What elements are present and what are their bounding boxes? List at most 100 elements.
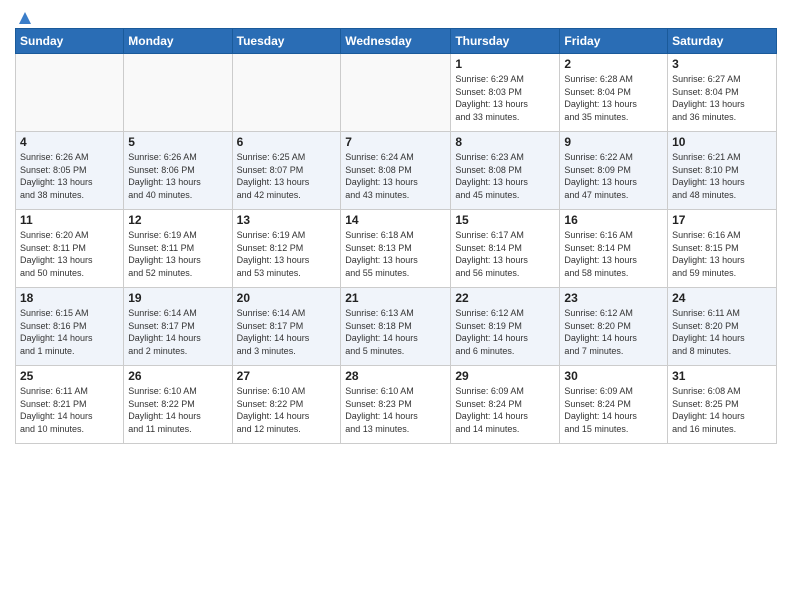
day-info: Sunrise: 6:11 AM Sunset: 8:21 PM Dayligh… xyxy=(20,385,119,435)
day-number: 8 xyxy=(455,135,555,149)
day-number: 23 xyxy=(564,291,663,305)
day-info: Sunrise: 6:19 AM Sunset: 8:11 PM Dayligh… xyxy=(128,229,227,279)
calendar-cell: 24 Sunrise: 6:11 AM Sunset: 8:20 PM Dayli… xyxy=(668,288,777,366)
day-info: Sunrise: 6:18 AM Sunset: 8:13 PM Dayligh… xyxy=(345,229,446,279)
day-info: Sunrise: 6:26 AM Sunset: 8:05 PM Dayligh… xyxy=(20,151,119,201)
day-info: Sunrise: 6:25 AM Sunset: 8:07 PM Dayligh… xyxy=(237,151,337,201)
logo-icon xyxy=(17,10,33,26)
calendar-cell xyxy=(16,54,124,132)
calendar-cell: 8 Sunrise: 6:23 AM Sunset: 8:08 PM Daylig… xyxy=(451,132,560,210)
weekday-header-saturday: Saturday xyxy=(668,29,777,54)
calendar-cell xyxy=(124,54,232,132)
day-info: Sunrise: 6:20 AM Sunset: 8:11 PM Dayligh… xyxy=(20,229,119,279)
day-number: 29 xyxy=(455,369,555,383)
day-info: Sunrise: 6:28 AM Sunset: 8:04 PM Dayligh… xyxy=(564,73,663,123)
day-info: Sunrise: 6:15 AM Sunset: 8:16 PM Dayligh… xyxy=(20,307,119,357)
weekday-header-row: SundayMondayTuesdayWednesdayThursdayFrid… xyxy=(16,29,777,54)
day-info: Sunrise: 6:16 AM Sunset: 8:14 PM Dayligh… xyxy=(564,229,663,279)
page-container: SundayMondayTuesdayWednesdayThursdayFrid… xyxy=(0,0,792,454)
calendar-cell: 1 Sunrise: 6:29 AM Sunset: 8:03 PM Daylig… xyxy=(451,54,560,132)
day-number: 6 xyxy=(237,135,337,149)
calendar-cell: 10 Sunrise: 6:21 AM Sunset: 8:10 PM Dayli… xyxy=(668,132,777,210)
calendar-cell xyxy=(341,54,451,132)
day-number: 31 xyxy=(672,369,772,383)
day-info: Sunrise: 6:14 AM Sunset: 8:17 PM Dayligh… xyxy=(237,307,337,357)
day-number: 7 xyxy=(345,135,446,149)
calendar-cell: 30 Sunrise: 6:09 AM Sunset: 8:24 PM Dayli… xyxy=(560,366,668,444)
calendar-week-row: 11 Sunrise: 6:20 AM Sunset: 8:11 PM Dayli… xyxy=(16,210,777,288)
day-number: 15 xyxy=(455,213,555,227)
day-number: 28 xyxy=(345,369,446,383)
calendar-cell: 9 Sunrise: 6:22 AM Sunset: 8:09 PM Daylig… xyxy=(560,132,668,210)
day-number: 22 xyxy=(455,291,555,305)
day-number: 14 xyxy=(345,213,446,227)
day-info: Sunrise: 6:13 AM Sunset: 8:18 PM Dayligh… xyxy=(345,307,446,357)
day-number: 4 xyxy=(20,135,119,149)
day-number: 30 xyxy=(564,369,663,383)
day-info: Sunrise: 6:26 AM Sunset: 8:06 PM Dayligh… xyxy=(128,151,227,201)
calendar-cell: 2 Sunrise: 6:28 AM Sunset: 8:04 PM Daylig… xyxy=(560,54,668,132)
calendar-cell xyxy=(232,54,341,132)
weekday-header-friday: Friday xyxy=(560,29,668,54)
day-number: 13 xyxy=(237,213,337,227)
day-number: 20 xyxy=(237,291,337,305)
day-number: 12 xyxy=(128,213,227,227)
day-info: Sunrise: 6:10 AM Sunset: 8:23 PM Dayligh… xyxy=(345,385,446,435)
calendar-cell: 16 Sunrise: 6:16 AM Sunset: 8:14 PM Dayli… xyxy=(560,210,668,288)
day-info: Sunrise: 6:16 AM Sunset: 8:15 PM Dayligh… xyxy=(672,229,772,279)
calendar-cell: 4 Sunrise: 6:26 AM Sunset: 8:05 PM Daylig… xyxy=(16,132,124,210)
day-number: 17 xyxy=(672,213,772,227)
calendar-cell: 17 Sunrise: 6:16 AM Sunset: 8:15 PM Dayli… xyxy=(668,210,777,288)
logo xyxy=(15,10,33,22)
calendar-cell: 15Sunrise: 6:17 AM Sunset: 8:14 PM Dayli… xyxy=(451,210,560,288)
day-number: 10 xyxy=(672,135,772,149)
day-number: 11 xyxy=(20,213,119,227)
calendar-cell: 20 Sunrise: 6:14 AM Sunset: 8:17 PM Dayli… xyxy=(232,288,341,366)
day-number: 16 xyxy=(564,213,663,227)
day-number: 21 xyxy=(345,291,446,305)
calendar-week-row: 18 Sunrise: 6:15 AM Sunset: 8:16 PM Dayli… xyxy=(16,288,777,366)
day-number: 3 xyxy=(672,57,772,71)
day-info: Sunrise: 6:19 AM Sunset: 8:12 PM Dayligh… xyxy=(237,229,337,279)
day-number: 27 xyxy=(237,369,337,383)
day-info: Sunrise: 6:14 AM Sunset: 8:17 PM Dayligh… xyxy=(128,307,227,357)
calendar-cell: 25 Sunrise: 6:11 AM Sunset: 8:21 PM Dayli… xyxy=(16,366,124,444)
calendar-cell: 7 Sunrise: 6:24 AM Sunset: 8:08 PM Daylig… xyxy=(341,132,451,210)
day-info: Sunrise: 6:11 AM Sunset: 8:20 PM Dayligh… xyxy=(672,307,772,357)
weekday-header-sunday: Sunday xyxy=(16,29,124,54)
day-info: Sunrise: 6:29 AM Sunset: 8:03 PM Dayligh… xyxy=(455,73,555,123)
header xyxy=(15,10,777,22)
day-number: 1 xyxy=(455,57,555,71)
weekday-header-wednesday: Wednesday xyxy=(341,29,451,54)
day-number: 9 xyxy=(564,135,663,149)
day-info: Sunrise: 6:22 AM Sunset: 8:09 PM Dayligh… xyxy=(564,151,663,201)
day-number: 5 xyxy=(128,135,227,149)
calendar-cell: 6 Sunrise: 6:25 AM Sunset: 8:07 PM Daylig… xyxy=(232,132,341,210)
calendar-cell: 29Sunrise: 6:09 AM Sunset: 8:24 PM Dayli… xyxy=(451,366,560,444)
day-number: 25 xyxy=(20,369,119,383)
day-number: 2 xyxy=(564,57,663,71)
calendar-cell: 31Sunrise: 6:08 AM Sunset: 8:25 PM Dayli… xyxy=(668,366,777,444)
calendar-cell: 27 Sunrise: 6:10 AM Sunset: 8:22 PM Dayli… xyxy=(232,366,341,444)
calendar-cell: 14 Sunrise: 6:18 AM Sunset: 8:13 PM Dayli… xyxy=(341,210,451,288)
calendar-cell: 11 Sunrise: 6:20 AM Sunset: 8:11 PM Dayli… xyxy=(16,210,124,288)
weekday-header-monday: Monday xyxy=(124,29,232,54)
day-info: Sunrise: 6:10 AM Sunset: 8:22 PM Dayligh… xyxy=(237,385,337,435)
day-number: 18 xyxy=(20,291,119,305)
calendar-cell: 5 Sunrise: 6:26 AM Sunset: 8:06 PM Daylig… xyxy=(124,132,232,210)
day-info: Sunrise: 6:12 AM Sunset: 8:19 PM Dayligh… xyxy=(455,307,555,357)
day-info: Sunrise: 6:12 AM Sunset: 8:20 PM Dayligh… xyxy=(564,307,663,357)
day-info: Sunrise: 6:09 AM Sunset: 8:24 PM Dayligh… xyxy=(564,385,663,435)
calendar-week-row: 4 Sunrise: 6:26 AM Sunset: 8:05 PM Daylig… xyxy=(16,132,777,210)
day-info: Sunrise: 6:23 AM Sunset: 8:08 PM Dayligh… xyxy=(455,151,555,201)
day-info: Sunrise: 6:24 AM Sunset: 8:08 PM Dayligh… xyxy=(345,151,446,201)
day-info: Sunrise: 6:21 AM Sunset: 8:10 PM Dayligh… xyxy=(672,151,772,201)
day-number: 24 xyxy=(672,291,772,305)
calendar-cell: 22 Sunrise: 6:12 AM Sunset: 8:19 PM Dayli… xyxy=(451,288,560,366)
calendar-cell: 23 Sunrise: 6:12 AM Sunset: 8:20 PM Dayli… xyxy=(560,288,668,366)
calendar-cell: 12 Sunrise: 6:19 AM Sunset: 8:11 PM Dayli… xyxy=(124,210,232,288)
day-number: 19 xyxy=(128,291,227,305)
day-number: 26 xyxy=(128,369,227,383)
calendar-week-row: 25 Sunrise: 6:11 AM Sunset: 8:21 PM Dayli… xyxy=(16,366,777,444)
day-info: Sunrise: 6:10 AM Sunset: 8:22 PM Dayligh… xyxy=(128,385,227,435)
